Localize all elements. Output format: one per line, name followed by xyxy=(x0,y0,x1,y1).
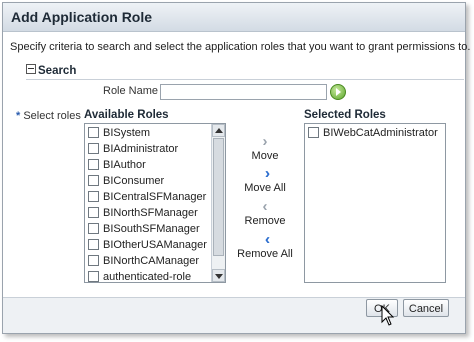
available-roles-list[interactable]: BISystem BIAdministrator BIAuthor BIConsume… xyxy=(84,123,226,283)
role-checkbox[interactable] xyxy=(88,254,99,266)
role-label: BIConsumer xyxy=(103,175,165,187)
role-label: BISouthSFManager xyxy=(103,223,200,235)
role-label: BINorthSFManager xyxy=(103,207,198,219)
required-marker: * xyxy=(16,110,21,122)
available-roles-header: Available Roles xyxy=(84,109,169,121)
move-all-button[interactable]: ›› Move All xyxy=(235,166,295,195)
role-checkbox[interactable] xyxy=(88,222,99,234)
available-role-item[interactable]: BINorthSFManager xyxy=(85,205,211,221)
move-button[interactable]: › Move xyxy=(235,133,295,163)
chevron-left-icon: ‹ xyxy=(262,198,268,215)
instructions-text: Specify criteria to search and select th… xyxy=(10,41,471,53)
available-roles-items: BISystem BIAdministrator BIAuthor BIConsume… xyxy=(85,125,211,285)
role-checkbox[interactable] xyxy=(88,142,99,154)
available-roles-scrollbar[interactable] xyxy=(211,124,225,282)
double-chevron-left-icon: ‹‹ xyxy=(235,232,295,248)
search-header-label: Search xyxy=(38,65,77,77)
collapse-minus-icon[interactable] xyxy=(26,64,36,74)
role-label: BINorthCAManager xyxy=(103,255,199,267)
search-section-header[interactable]: Search xyxy=(26,64,76,77)
search-divider xyxy=(26,79,464,80)
available-role-item[interactable]: BISystem xyxy=(85,125,211,141)
role-checkbox[interactable] xyxy=(88,238,99,250)
available-role-item[interactable]: BIOtherUSAManager xyxy=(85,237,211,253)
role-checkbox[interactable] xyxy=(88,270,99,282)
role-checkbox[interactable] xyxy=(88,174,99,186)
role-label: BIWebCatAdministrator xyxy=(323,127,438,139)
role-label: BICentralSFManager xyxy=(103,191,207,203)
dialog-title: Add Application Role xyxy=(11,9,153,25)
role-name-label: Role Name xyxy=(103,85,159,97)
role-label: BIAdministrator xyxy=(103,143,179,155)
role-name-input[interactable] xyxy=(160,84,327,100)
select-roles-label: * Select roles xyxy=(16,110,81,122)
move-label: Move xyxy=(251,150,279,162)
selected-roles-header: Selected Roles xyxy=(304,109,386,121)
remove-all-label: Remove All xyxy=(237,248,293,260)
go-arrow-icon[interactable] xyxy=(330,84,346,100)
available-role-item[interactable]: BISouthSFManager xyxy=(85,221,211,237)
selected-roles-items: BIWebCatAdministrator xyxy=(305,125,438,141)
scroll-up-icon[interactable] xyxy=(212,124,225,137)
role-label: BIOtherUSAManager xyxy=(103,239,207,251)
role-checkbox[interactable] xyxy=(88,158,99,170)
scroll-thumb[interactable] xyxy=(213,138,224,256)
available-role-item[interactable]: authenticated-role xyxy=(85,269,211,285)
remove-label: Remove xyxy=(244,215,286,227)
role-checkbox[interactable] xyxy=(88,206,99,218)
role-checkbox[interactable] xyxy=(88,126,99,138)
select-roles-text: Select roles xyxy=(23,110,81,122)
role-checkbox[interactable] xyxy=(308,126,319,138)
dialog-titlebar[interactable]: Add Application Role xyxy=(3,3,465,32)
double-chevron-right-icon: ›› xyxy=(235,166,295,182)
available-role-item[interactable]: BIAdministrator xyxy=(85,141,211,157)
remove-button[interactable]: ‹ Remove xyxy=(235,198,295,228)
mouse-pointer-icon xyxy=(381,305,395,326)
available-role-item[interactable]: BICentralSFManager xyxy=(85,189,211,205)
role-checkbox[interactable] xyxy=(88,190,99,202)
chevron-right-icon: › xyxy=(262,133,268,150)
selected-role-item[interactable]: BIWebCatAdministrator xyxy=(305,125,438,141)
role-label: authenticated-role xyxy=(103,271,192,283)
cancel-button[interactable]: Cancel xyxy=(403,299,449,317)
selected-roles-list[interactable]: BIWebCatAdministrator xyxy=(304,123,446,283)
available-role-item[interactable]: BIAuthor xyxy=(85,157,211,173)
available-role-item[interactable]: BIConsumer xyxy=(85,173,211,189)
role-label: BISystem xyxy=(103,127,151,139)
scroll-down-icon[interactable] xyxy=(212,269,225,282)
available-role-item[interactable]: BINorthCAManager xyxy=(85,253,211,269)
role-label: BIAuthor xyxy=(103,159,146,171)
move-all-label: Move All xyxy=(244,182,286,194)
remove-all-button[interactable]: ‹‹ Remove All xyxy=(235,232,295,261)
